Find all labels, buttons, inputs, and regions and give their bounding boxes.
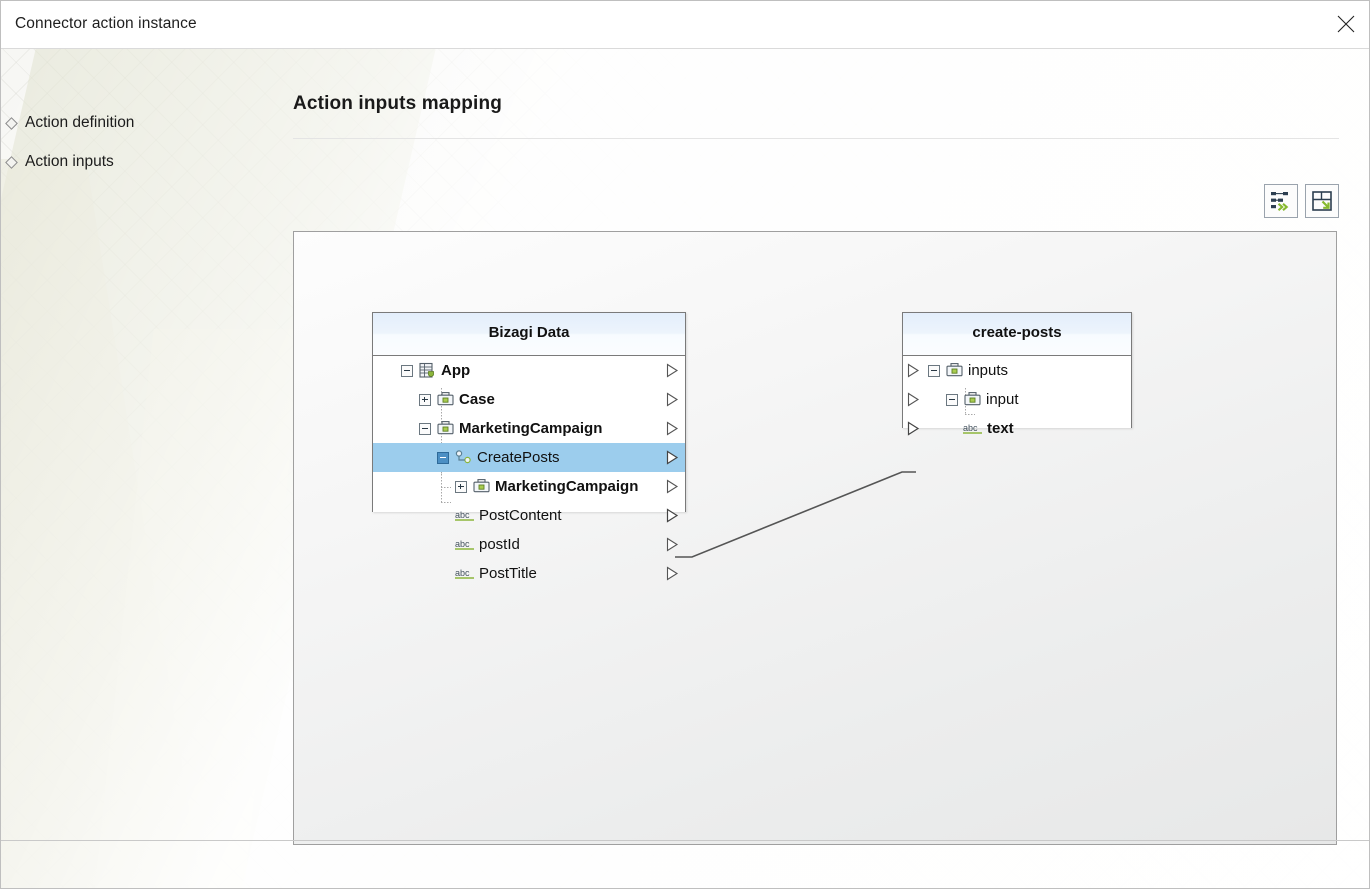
diamond-bullet-icon <box>5 117 18 130</box>
diamond-bullet-icon <box>5 156 18 169</box>
briefcase-icon <box>437 420 454 442</box>
tree-row[interactable]: abc text <box>903 414 1131 443</box>
connector-triangle[interactable] <box>666 537 679 557</box>
briefcase-icon <box>946 362 963 384</box>
expander-minus-icon[interactable] <box>401 365 413 377</box>
source-panel-header: Bizagi Data <box>373 313 685 356</box>
svg-text:abc: abc <box>455 568 470 578</box>
target-panel-header: create-posts <box>903 313 1131 356</box>
window-title: Connector action instance <box>15 15 197 32</box>
auto-map-icon <box>1271 192 1289 211</box>
abc-attribute-icon: abc <box>453 565 477 587</box>
window-titlebar: Connector action instance <box>1 1 1369 49</box>
source-tree-panel[interactable]: Bizagi Data App Case MarketingCampaign C… <box>372 312 686 582</box>
save-mapping-icon <box>1312 191 1332 211</box>
abc-attribute-icon: abc <box>961 420 985 442</box>
tree-row-selected[interactable]: CreatePosts <box>373 443 685 472</box>
tree-node-label: input <box>986 391 1019 408</box>
footer-divider <box>1 840 1369 841</box>
source-panel-title: Bizagi Data <box>488 324 570 341</box>
expander-minus-icon[interactable] <box>946 394 958 406</box>
connector-triangle[interactable] <box>666 508 679 528</box>
tree-node-label: CreatePosts <box>477 449 560 466</box>
expander-minus-icon[interactable] <box>419 423 431 435</box>
connector-triangle[interactable] <box>666 450 679 470</box>
connector-action-instance-dialog: Connector action instance Action definit… <box>0 0 1370 889</box>
connector-triangle[interactable] <box>666 421 679 441</box>
target-tree-body: inputs input abc text <box>903 356 1131 437</box>
expander-plus-icon[interactable] <box>455 481 467 493</box>
tree-node-label: text <box>987 420 1014 437</box>
background-shape-b <box>1 159 216 888</box>
tree-row[interactable]: inputs <box>903 356 1131 385</box>
connector-triangle[interactable] <box>666 479 679 499</box>
sidebar-item-action-definition[interactable]: Action definition <box>1 109 281 137</box>
briefcase-icon <box>473 478 490 500</box>
tree-node-label: PostTitle <box>479 565 537 582</box>
tree-node-label: MarketingCampaign <box>495 478 639 495</box>
tree-row[interactable]: App <box>373 356 685 385</box>
sidebar-item-label: Action inputs <box>25 153 114 170</box>
collection-icon <box>455 449 472 471</box>
background-shape-c <box>88 329 304 888</box>
tree-row[interactable]: abc postId <box>373 530 685 559</box>
page-title: Action inputs mapping <box>293 93 502 114</box>
briefcase-icon <box>437 391 454 413</box>
tree-node-label: App <box>441 362 471 379</box>
tree-row[interactable]: MarketingCampaign <box>373 414 685 443</box>
dialog-background: Action definition Action inputs Action i… <box>1 49 1369 888</box>
connector-triangle[interactable] <box>907 392 920 412</box>
target-tree-panel[interactable]: create-posts inputs input abc text <box>902 312 1132 437</box>
sidebar-item-action-inputs[interactable]: Action inputs <box>1 148 281 176</box>
tree-row[interactable]: input <box>903 385 1131 414</box>
abc-attribute-icon: abc <box>453 507 477 529</box>
mapping-canvas[interactable]: Bizagi Data App Case MarketingCampaign C… <box>293 231 1337 845</box>
connector-triangle[interactable] <box>666 363 679 383</box>
mapping-toolbar <box>1264 184 1339 218</box>
expander-minus-icon[interactable] <box>437 452 449 464</box>
tree-row[interactable]: abc PostTitle <box>373 559 685 588</box>
source-tree-body: App Case MarketingCampaign CreatePosts M… <box>373 356 685 582</box>
connector-triangle[interactable] <box>666 566 679 586</box>
connector-triangle[interactable] <box>907 363 920 383</box>
tree-row[interactable]: abc PostContent <box>373 501 685 530</box>
abc-attribute-icon: abc <box>453 536 477 558</box>
tree-node-label: inputs <box>968 362 1009 379</box>
auto-map-button[interactable] <box>1264 184 1298 218</box>
sidebar-item-label: Action definition <box>25 114 135 131</box>
briefcase-icon <box>964 391 981 413</box>
tree-node-label: PostContent <box>479 507 562 524</box>
title-divider <box>293 138 1339 139</box>
expander-plus-icon[interactable] <box>419 394 431 406</box>
entity-app-icon <box>419 362 436 384</box>
target-panel-title: create-posts <box>972 324 1062 341</box>
svg-text:abc: abc <box>963 423 978 433</box>
tree-row[interactable]: MarketingCampaign <box>373 472 685 501</box>
close-glyph <box>1337 15 1355 33</box>
wizard-step-list: Action definition Action inputs <box>1 109 281 187</box>
tree-node-label: Case <box>459 391 495 408</box>
main-content: Action inputs mapping Bizagi Data App Ca… <box>293 93 1339 845</box>
svg-text:abc: abc <box>455 539 470 549</box>
expander-minus-icon[interactable] <box>928 365 940 377</box>
link-postcontent-to-text <box>675 471 916 558</box>
tree-node-label: MarketingCampaign <box>459 420 603 437</box>
tree-node-label: postId <box>479 536 520 553</box>
svg-text:abc: abc <box>455 510 470 520</box>
save-mapping-button[interactable] <box>1305 184 1339 218</box>
tree-row[interactable]: Case <box>373 385 685 414</box>
connector-triangle[interactable] <box>907 421 920 441</box>
close-icon[interactable] <box>1323 1 1369 47</box>
connector-triangle[interactable] <box>666 392 679 412</box>
